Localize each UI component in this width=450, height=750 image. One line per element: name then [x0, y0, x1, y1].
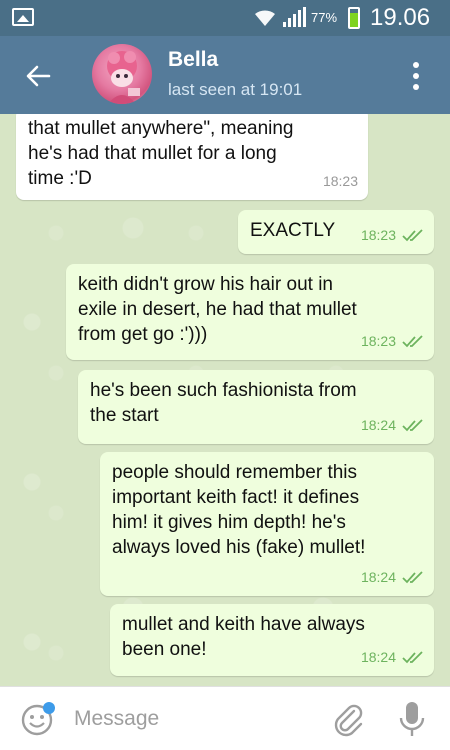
chat-title[interactable]: Bella: [168, 48, 218, 72]
message-meta: 18:23: [361, 223, 424, 248]
message-time: 18:23: [322, 173, 358, 189]
message-time: 18:23: [360, 227, 396, 243]
message-text: people should remember this important ke…: [112, 462, 366, 558]
message-bubble-outgoing[interactable]: he's been such fashionista from the star…: [78, 370, 434, 444]
avatar[interactable]: [92, 44, 152, 104]
message-input[interactable]: [74, 699, 314, 739]
status-bar: 77% 19.06: [0, 0, 450, 36]
message-bubble-incoming[interactable]: that mullet anywhere", meaning he's had …: [16, 114, 368, 200]
message-meta: 18:24: [361, 645, 424, 670]
emoji-icon[interactable]: [20, 701, 56, 737]
signal-icon: [283, 7, 306, 27]
clock: 19.06: [370, 4, 431, 31]
message-bubble-outgoing[interactable]: mullet and keith have always been one! 1…: [110, 604, 434, 676]
message-time: 18:23: [360, 333, 396, 349]
message-composer: [0, 686, 450, 750]
message-time: 18:24: [360, 569, 396, 585]
double-check-icon: [402, 334, 423, 347]
double-check-icon: [402, 570, 423, 583]
back-arrow-icon: [26, 65, 51, 87]
battery-icon: [348, 7, 360, 29]
chat-history[interactable]: that mullet anywhere", meaning he's had …: [0, 114, 450, 686]
last-seen-status: last seen at 19:01: [168, 80, 303, 99]
message-meta: 18:23: [361, 329, 424, 354]
more-options-button[interactable]: [402, 58, 430, 94]
message-meta: 18:24: [361, 565, 424, 590]
avatar-image: [107, 51, 140, 104]
message-time: 18:24: [360, 417, 396, 433]
microphone-icon[interactable]: [394, 699, 430, 739]
message-time: 18:24: [360, 649, 396, 665]
message-meta: 18:24: [361, 413, 424, 438]
paperclip-icon[interactable]: [330, 701, 366, 737]
message-text: that mullet anywhere", meaning he's had …: [28, 118, 294, 189]
back-button[interactable]: [18, 56, 58, 96]
message-meta: 18:23: [323, 169, 358, 194]
message-bubble-outgoing[interactable]: keith didn't grow his hair out in exile …: [66, 264, 434, 360]
battery-percent: 77%: [311, 10, 338, 25]
double-check-icon: [402, 650, 423, 663]
double-check-icon: [402, 418, 423, 431]
chat-header: Bella last seen at 19:01: [0, 36, 450, 114]
double-check-icon: [402, 228, 423, 241]
message-bubble-outgoing[interactable]: EXACTLY 18:23: [238, 210, 434, 254]
wifi-icon: [255, 10, 275, 26]
gallery-notification-icon: [12, 8, 34, 26]
message-bubble-outgoing[interactable]: people should remember this important ke…: [100, 452, 434, 596]
